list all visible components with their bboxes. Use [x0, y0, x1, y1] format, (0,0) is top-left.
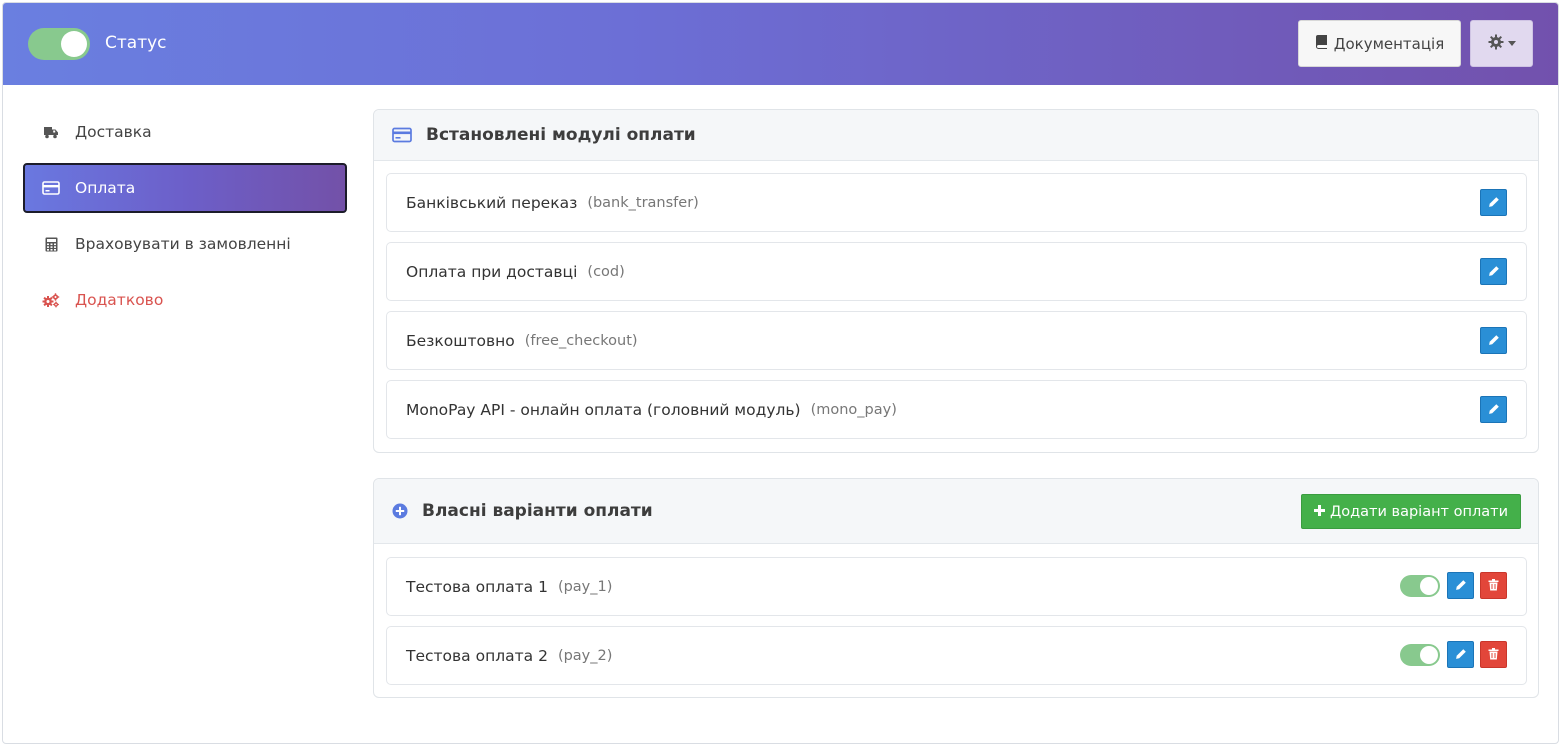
- module-code: (mono_pay): [810, 401, 897, 418]
- custom-options-panel: Власні варіанти оплати Додати варіант оп…: [373, 478, 1539, 698]
- book-icon: [1315, 34, 1328, 53]
- edit-button[interactable]: [1447, 572, 1474, 599]
- module-code: (cod): [587, 263, 625, 280]
- pencil-icon: [1488, 401, 1500, 419]
- installed-modules-panel: Встановлені модулі оплати Банківський пе…: [373, 109, 1539, 453]
- edit-button[interactable]: [1447, 641, 1474, 668]
- sidebar-item-label: Оплата: [75, 179, 136, 197]
- sidebar-item-label: Додатково: [75, 291, 164, 309]
- enable-toggle[interactable]: [1400, 574, 1440, 597]
- toggle-knob: [1420, 576, 1438, 595]
- truck-icon: [41, 126, 61, 139]
- add-payment-option-button[interactable]: Додати варіант оплати: [1300, 494, 1521, 529]
- list-item: Тестова оплата 1 (pay_1): [386, 557, 1527, 616]
- list-item: Оплата при доставці (cod): [386, 242, 1527, 301]
- module-code: (free_checkout): [524, 332, 638, 349]
- chevron-down-icon: [1507, 41, 1516, 46]
- pencil-icon: [1455, 577, 1467, 595]
- plus-icon: [1313, 504, 1325, 520]
- calculator-icon: [41, 237, 61, 252]
- edit-button[interactable]: [1480, 258, 1507, 285]
- sidebar-item-delivery[interactable]: Доставка: [23, 107, 347, 157]
- pencil-icon: [1488, 332, 1500, 350]
- enable-toggle[interactable]: [1400, 643, 1440, 666]
- plus-circle-icon: [392, 503, 408, 519]
- edit-button[interactable]: [1480, 396, 1507, 423]
- gear-icon: [1488, 34, 1504, 54]
- sidebar-item-label: Доставка: [75, 123, 152, 141]
- sidebar-item-label: Враховувати в замовленні: [75, 235, 291, 253]
- edit-button[interactable]: [1480, 189, 1507, 216]
- credit-card-icon: [392, 127, 412, 143]
- status-toggle[interactable]: [28, 28, 90, 60]
- pencil-icon: [1488, 194, 1500, 212]
- trash-icon: [1488, 577, 1499, 595]
- option-code: (pay_2): [557, 647, 613, 664]
- list-item: MonoPay API - онлайн оплата (головний мо…: [386, 380, 1527, 439]
- delete-button[interactable]: [1480, 641, 1507, 668]
- settings-dropdown-button[interactable]: [1470, 20, 1533, 67]
- trash-icon: [1488, 646, 1499, 664]
- toggle-knob: [1420, 645, 1438, 664]
- list-item: Банківський переказ (bank_transfer): [386, 173, 1527, 232]
- edit-button[interactable]: [1480, 327, 1507, 354]
- documentation-button[interactable]: Документація: [1298, 20, 1461, 67]
- panel-title: Встановлені модулі оплати: [426, 125, 696, 145]
- sidebar-item-extra[interactable]: Додатково: [23, 275, 347, 325]
- pencil-icon: [1488, 263, 1500, 281]
- option-code: (pay_1): [557, 578, 613, 595]
- sidebar-nav: Доставка Оплата Враховувати в замовленні: [23, 107, 347, 331]
- credit-card-icon: [41, 181, 61, 195]
- module-name: Банківський переказ: [406, 193, 578, 212]
- documentation-label: Документація: [1333, 34, 1445, 53]
- custom-options-header: Власні варіанти оплати Додати варіант оп…: [374, 479, 1538, 544]
- sidebar-item-order-totals[interactable]: Враховувати в замовленні: [23, 219, 347, 269]
- module-name: MonoPay API - онлайн оплата (головний мо…: [406, 400, 801, 419]
- option-name: Тестова оплата 2: [406, 646, 548, 665]
- gears-icon: [41, 292, 61, 308]
- panel-title: Власні варіанти оплати: [422, 501, 653, 521]
- add-button-label: Додати варіант оплати: [1329, 503, 1508, 520]
- installed-modules-header: Встановлені модулі оплати: [374, 110, 1538, 161]
- pencil-icon: [1455, 646, 1467, 664]
- status-label: Статус: [105, 33, 167, 53]
- module-code: (bank_transfer): [587, 194, 699, 211]
- option-name: Тестова оплата 1: [406, 577, 548, 596]
- module-name: Безкоштовно: [406, 331, 515, 350]
- list-item: Тестова оплата 2 (pay_2): [386, 626, 1527, 685]
- header-bar: Статус Документація: [3, 3, 1558, 85]
- toggle-knob: [61, 31, 87, 57]
- delete-button[interactable]: [1480, 572, 1507, 599]
- app-frame: Статус Документація Доставка Оплата Врах…: [2, 2, 1559, 744]
- sidebar-item-payment[interactable]: Оплата: [23, 163, 347, 213]
- module-name: Оплата при доставці: [406, 262, 578, 281]
- list-item: Безкоштовно (free_checkout): [386, 311, 1527, 370]
